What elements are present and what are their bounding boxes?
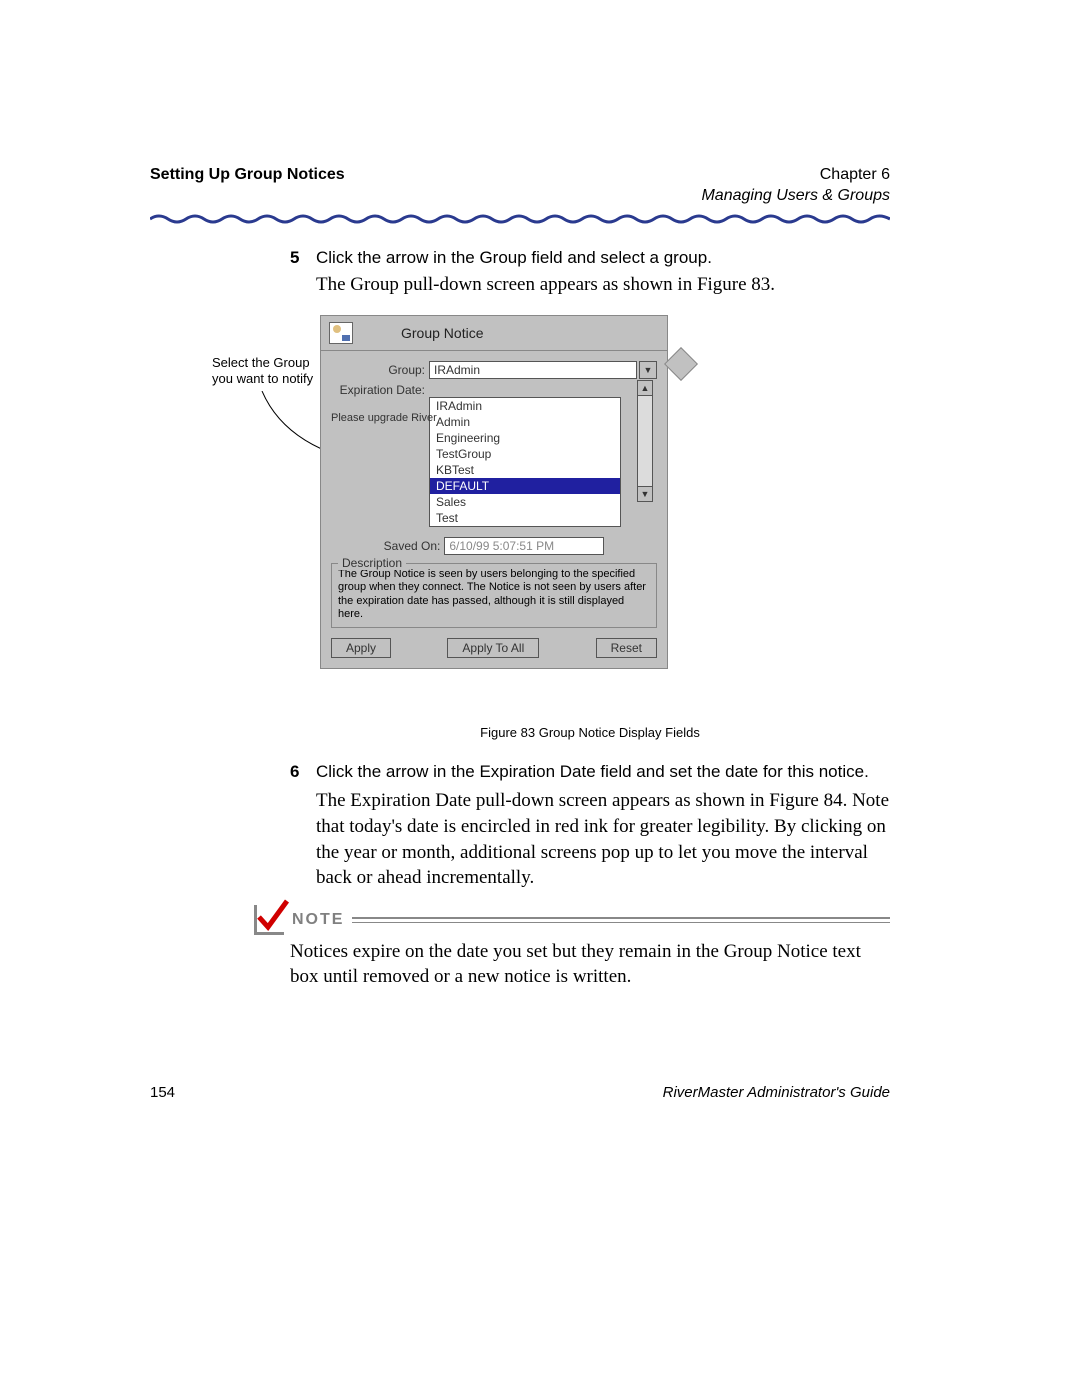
wavy-divider — [150, 213, 890, 225]
dropdown-option[interactable]: Admin — [430, 414, 620, 430]
expiration-label: Expiration Date: — [331, 383, 429, 397]
note-text: Notices expire on the date you set but t… — [290, 939, 890, 990]
step-6-detail: The Expiration Date pull-down screen app… — [316, 788, 890, 891]
title-icon — [329, 322, 353, 344]
dropdown-option[interactable]: Test — [430, 510, 620, 526]
chapter-subtitle: Managing Users & Groups — [701, 186, 890, 207]
apply-button[interactable]: Apply — [331, 638, 391, 658]
description-fieldset: Description The Group Notice is seen by … — [331, 563, 657, 628]
figure-83: Select the Group you want to notify Grou… — [290, 315, 890, 685]
step-6: 6 Click the arrow in the Expiration Date… — [290, 762, 890, 782]
dialog-title: Group Notice — [401, 325, 483, 341]
dropdown-option[interactable]: KBTest — [430, 462, 620, 478]
step-5: 5 Click the arrow in the Group field and… — [290, 248, 890, 268]
scroll-down-icon[interactable]: ▼ — [638, 486, 652, 501]
group-row: Group: IRAdmin ▼ — [331, 361, 657, 379]
page-number: 154 — [150, 1084, 175, 1101]
scroll-up-icon[interactable]: ▲ — [638, 381, 652, 396]
group-label: Group: — [331, 363, 429, 377]
expiration-row: Expiration Date: — [331, 383, 657, 397]
dropdown-scrollbar[interactable]: ▲ ▼ — [637, 380, 653, 502]
note-rule — [352, 917, 890, 923]
dropdown-option[interactable]: TestGroup — [430, 446, 620, 462]
truncated-message: Please upgrade River — [331, 412, 437, 424]
note-heading: NOTE — [254, 905, 890, 935]
description-legend: Description — [338, 556, 406, 570]
doc-title: RiverMaster Administrator's Guide — [663, 1084, 890, 1101]
figure-caption: Figure 83 Group Notice Display Fields — [290, 725, 890, 740]
dropdown-option[interactable]: Engineering — [430, 430, 620, 446]
dialog-body: Group: IRAdmin ▼ Expiration Date: Please… — [321, 351, 667, 668]
step-instruction: Click the arrow in the Group field and s… — [316, 248, 712, 268]
page-header: Setting Up Group Notices Chapter 6 Manag… — [150, 165, 890, 207]
chapter-label: Chapter 6 — [701, 165, 890, 186]
step-number: 5 — [290, 248, 316, 268]
dropdown-option[interactable]: IRAdmin — [430, 398, 620, 414]
group-dropdown-list[interactable]: IRAdminAdminEngineeringTestGroupKBTestDE… — [429, 397, 621, 527]
step-number: 6 — [290, 762, 316, 782]
page: Setting Up Group Notices Chapter 6 Manag… — [0, 0, 1080, 1397]
header-right: Chapter 6 Managing Users & Groups — [701, 165, 890, 207]
saved-label: Saved On: — [384, 539, 445, 553]
apply-to-all-button[interactable]: Apply To All — [447, 638, 539, 658]
group-field[interactable]: IRAdmin — [429, 361, 637, 379]
description-text: The Group Notice is seen by users belong… — [338, 568, 650, 621]
dialog-button-row: Apply Apply To All Reset — [331, 638, 657, 658]
dropdown-option[interactable]: Sales — [430, 494, 620, 510]
page-footer: 154 RiverMaster Administrator's Guide — [150, 1084, 890, 1101]
step-instruction: Click the arrow in the Expiration Date f… — [316, 762, 869, 782]
content-column: 5 Click the arrow in the Group field and… — [290, 248, 890, 990]
group-notice-dialog: Group Notice Group: IRAdmin ▼ Expiration… — [320, 315, 668, 669]
dialog-corner-icon — [664, 347, 698, 381]
reset-button[interactable]: Reset — [596, 638, 657, 658]
saved-row: Saved On: 6/10/99 5:07:51 PM — [331, 537, 657, 555]
header-section: Setting Up Group Notices — [150, 165, 345, 207]
saved-field: 6/10/99 5:07:51 PM — [444, 537, 604, 555]
group-dropdown-button[interactable]: ▼ — [639, 361, 657, 379]
callout-text: Select the Group you want to notify — [212, 355, 332, 388]
note-label: NOTE — [292, 911, 344, 929]
note-check-icon — [254, 905, 284, 935]
dropdown-option[interactable]: DEFAULT — [430, 478, 620, 494]
dialog-titlebar: Group Notice — [321, 316, 667, 351]
step-5-detail: The Group pull-down screen appears as sh… — [316, 272, 890, 298]
